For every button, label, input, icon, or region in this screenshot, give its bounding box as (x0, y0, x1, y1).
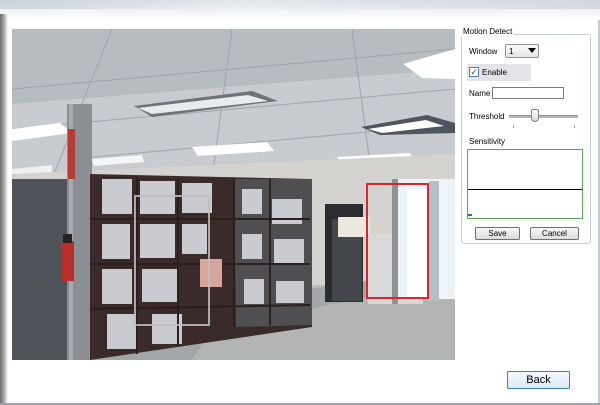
window-select-value: 1 (509, 47, 514, 56)
threshold-label: Threshold (469, 112, 505, 121)
motion-region-active[interactable] (366, 183, 429, 299)
threshold-tick (513, 125, 514, 128)
sensitivity-label: Sensitivity (469, 137, 506, 146)
name-label: Name (469, 89, 491, 98)
enable-checkbox[interactable]: ✓ (469, 67, 479, 77)
chevron-down-icon (528, 48, 536, 53)
save-button[interactable]: Save (475, 227, 520, 240)
threshold-slider-thumb[interactable] (531, 109, 540, 122)
threshold-tick (574, 125, 575, 128)
sensitivity-graph[interactable] (467, 149, 583, 219)
sensitivity-level-line (468, 189, 582, 190)
window-select[interactable]: 1 (505, 44, 539, 58)
enable-label[interactable]: Enable (482, 68, 507, 77)
threshold-slider-track[interactable] (509, 115, 578, 118)
motion-region-inactive[interactable] (134, 195, 210, 326)
window-label: Window (469, 47, 498, 56)
name-input[interactable] (492, 87, 564, 99)
panel-title: Motion Detect (461, 27, 515, 36)
graph-marker (468, 214, 472, 216)
back-button[interactable]: Back (507, 371, 570, 389)
camera-video-feed[interactable] (12, 29, 455, 360)
cancel-button[interactable]: Cancel (530, 227, 579, 240)
left-frame-edge (0, 14, 8, 405)
window-title-bar (0, 0, 600, 20)
